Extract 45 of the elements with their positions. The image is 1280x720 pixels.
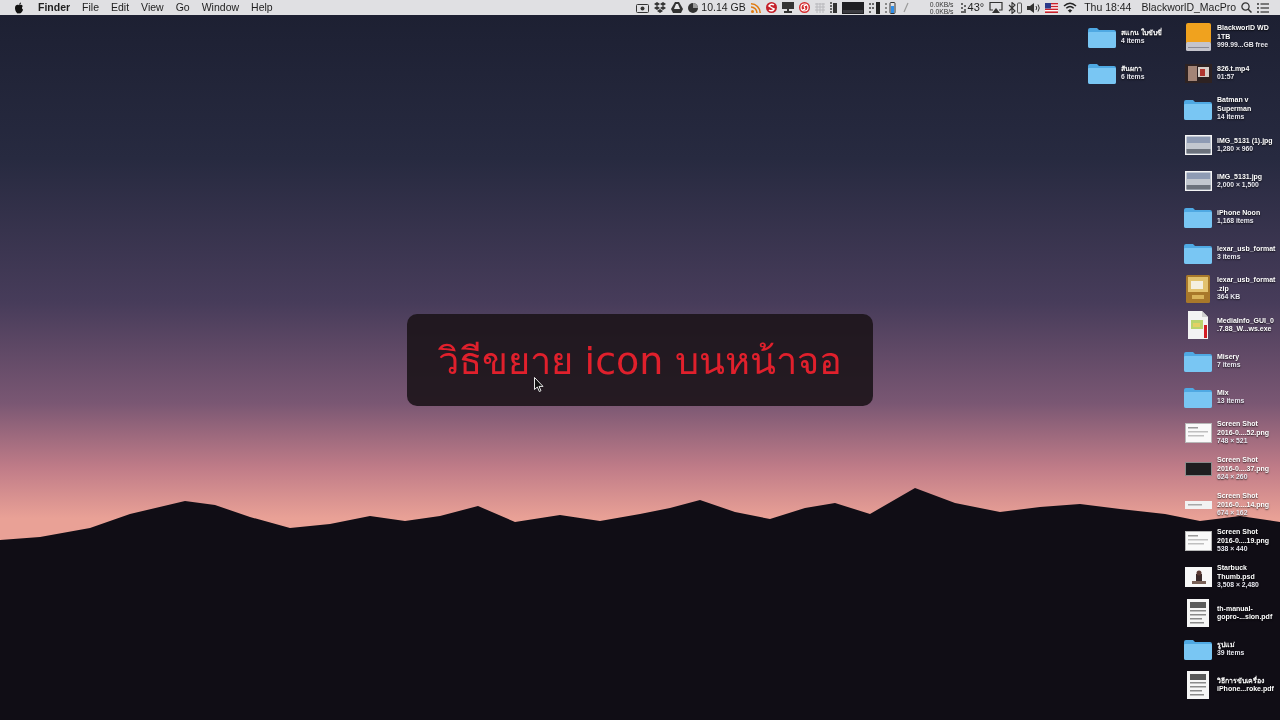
menu-item[interactable]: File	[76, 0, 105, 15]
screenshot-thumbnail-icon[interactable]	[1184, 423, 1212, 443]
artwork-thumbnail-icon[interactable]	[1184, 567, 1212, 587]
disk-free-text: 10.14 GB	[701, 0, 746, 15]
search-icon[interactable]	[1241, 2, 1252, 13]
bluetooth-icon[interactable]	[1008, 1, 1023, 14]
menu-item[interactable]: View	[135, 0, 170, 15]
document-icon[interactable]	[1187, 311, 1209, 339]
screenshot-thumbnail-icon[interactable]	[1184, 462, 1212, 476]
menu-item[interactable]: Go	[169, 0, 196, 15]
dot-grid-icon[interactable]	[960, 2, 967, 13]
cursor-icon	[534, 377, 544, 392]
menu-item[interactable]: Edit	[105, 0, 136, 15]
temperature-text: 43°	[967, 0, 985, 15]
battery-meter-icon[interactable]	[884, 1, 898, 14]
wifi-icon[interactable]	[1063, 2, 1078, 13]
menu-item[interactable]: Window	[195, 0, 246, 15]
triangle-icon[interactable]	[671, 2, 684, 13]
document-page-icon[interactable]	[1187, 671, 1209, 699]
volume-icon[interactable]	[1027, 2, 1041, 13]
disk-icon[interactable]	[688, 2, 699, 13]
archive-icon[interactable]	[1186, 275, 1210, 303]
apple-icon[interactable]	[14, 1, 24, 14]
screenshot-thumbnail-icon[interactable]	[1184, 531, 1212, 551]
box-icon[interactable]	[654, 2, 667, 13]
bar-meter-icon[interactable]	[868, 1, 880, 14]
photo-thumbnail-icon[interactable]	[1184, 135, 1212, 155]
title-banner: วิธีขยาย icon บนหน้าจอ	[407, 314, 873, 406]
swirl-icon[interactable]	[765, 2, 777, 13]
screenshot-thumbnail-icon[interactable]	[1184, 501, 1212, 509]
screen-record-icon[interactable]	[636, 2, 650, 13]
photo-thumbnail-icon[interactable]	[1184, 171, 1212, 191]
clock-text[interactable]: Thu 18:44	[1084, 0, 1132, 15]
bar-meter-icon[interactable]	[829, 2, 837, 13]
monitor-icon[interactable]	[781, 2, 794, 13]
airplay-icon[interactable]	[989, 2, 1004, 13]
round-logo-icon[interactable]	[798, 2, 810, 13]
menu-list-icon[interactable]	[1257, 2, 1269, 13]
app-menu[interactable]: Finder	[32, 0, 77, 15]
drive-icon[interactable]	[1185, 23, 1211, 51]
meter-panel-icon[interactable]	[841, 1, 864, 14]
computer-name[interactable]: BlackworlD_MacPro	[1141, 0, 1236, 15]
document-page-icon[interactable]	[1187, 599, 1209, 627]
menu-item[interactable]: Help	[245, 0, 279, 15]
flag-icon[interactable]	[1045, 2, 1059, 13]
